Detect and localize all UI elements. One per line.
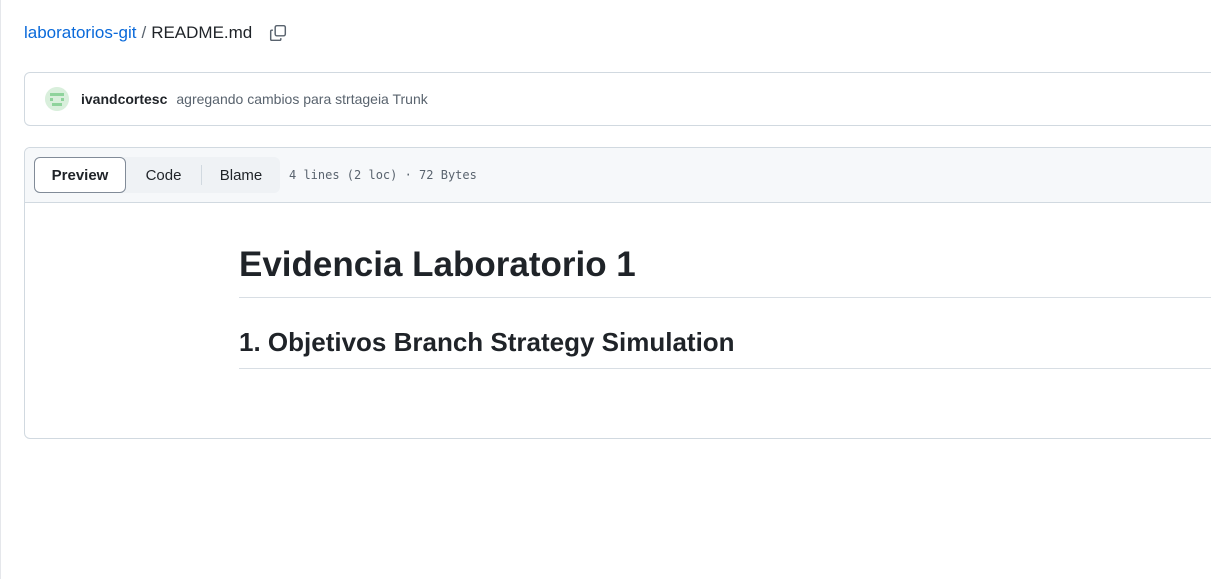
latest-commit-box: ivandcortesc agregando cambios para strt… [24, 72, 1211, 126]
tab-code[interactable]: Code [126, 157, 201, 193]
commit-author-link[interactable]: ivandcortesc [81, 91, 167, 107]
tab-preview[interactable]: Preview [34, 157, 126, 193]
markdown-heading-1: Evidencia Laboratorio 1 [239, 243, 1211, 298]
markdown-body: Evidencia Laboratorio 1 1. Objetivos Bra… [239, 243, 1211, 369]
breadcrumb-separator: / [141, 23, 147, 42]
copy-icon [270, 24, 287, 42]
file-header: Preview Code Blame 4 lines (2 loc) · 72 … [25, 148, 1211, 203]
file-size-info: 4 lines (2 loc) · 72 Bytes [289, 168, 477, 182]
breadcrumb-file-name: README.md [151, 23, 253, 42]
markdown-heading-2: 1. Objetivos Branch Strategy Simulation [239, 325, 1211, 369]
breadcrumb: laboratorios-git / README.md [24, 21, 290, 45]
page: laboratorios-git / README.md ivandcortes… [0, 0, 1211, 579]
view-mode-switcher: Preview Code Blame [34, 157, 280, 193]
copy-path-button[interactable] [266, 21, 290, 45]
breadcrumb-repo-link[interactable]: laboratorios-git [24, 23, 136, 43]
commit-message-link[interactable]: agregando cambios para strtageia Trunk [176, 91, 427, 107]
file-viewer: Preview Code Blame 4 lines (2 loc) · 72 … [24, 147, 1211, 439]
tab-blame[interactable]: Blame [202, 157, 280, 193]
avatar-icon [45, 87, 69, 111]
author-avatar[interactable] [45, 87, 69, 111]
